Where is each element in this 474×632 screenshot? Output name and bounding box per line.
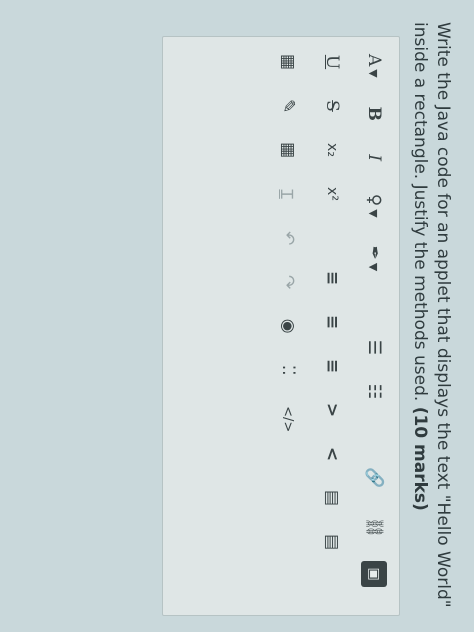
screen: Write the Java code for an applet that d… (0, 0, 474, 632)
strikethrough-button[interactable]: S (319, 93, 345, 119)
toolbar-row-3: ▦ ✎ ▦ Ɪ ↶ ↷ ◉ ⁚⁚ </> (273, 49, 303, 455)
unlink-icon: ⛓ (364, 516, 384, 539)
underline-icon: U (322, 54, 342, 70)
table-grid-icon: ▦ (278, 142, 298, 159)
strikethrough-icon: S (322, 100, 342, 112)
justify-button[interactable]: ▤ (319, 529, 345, 555)
font-style-icon: A (364, 54, 384, 67)
chevron-down-icon: ▼ (367, 209, 381, 218)
align-right-icon: ≡ (322, 358, 342, 374)
redo-button[interactable]: ↷ (275, 269, 301, 295)
link-icon: 🔗 (364, 467, 384, 489)
accessibility-icon: ◉ (278, 318, 298, 334)
subscript-button[interactable]: x₂ (319, 137, 345, 163)
justify-icon: ▤ (322, 534, 342, 551)
indent-icon: > (322, 402, 342, 418)
blockquote-button[interactable]: ▤ (319, 485, 345, 511)
underline-button[interactable]: U (319, 49, 345, 75)
text-color-icon: ♀ (364, 193, 384, 207)
italic-button[interactable]: I (361, 145, 387, 171)
indent-button[interactable]: > (319, 397, 345, 423)
undo-button[interactable]: ↶ (275, 225, 301, 251)
rich-text-editor[interactable]: A ▼ B I ♀ ▼ ✒ ▼ ☰ ☷ 🔗 ⛓ ▣ U S x₂ x² ≡ ≡ ≡ >… (162, 36, 400, 616)
clear-format-icon: Ɪ (276, 189, 297, 199)
undo-icon: ↶ (278, 231, 298, 246)
outdent-icon: < (322, 446, 342, 462)
table-grid-button[interactable]: ▦ (275, 137, 301, 163)
redo-icon: ↷ (278, 275, 298, 290)
image-button[interactable]: ▣ (361, 561, 387, 588)
source-code-icon: </> (280, 406, 296, 433)
align-right-button[interactable]: ≡ (319, 353, 345, 379)
unlink-button[interactable]: ⛓ (361, 512, 387, 544)
table-icon: ▦ (278, 54, 298, 71)
more-button[interactable]: ⁚⁚ (275, 357, 301, 383)
edit-icon: ✎ (278, 98, 298, 114)
accessibility-button[interactable]: ◉ (275, 313, 301, 339)
outdent-button[interactable]: < (319, 441, 345, 467)
image-icon: ▣ (366, 567, 382, 581)
numbered-list-icon: ☷ (364, 383, 384, 400)
link-button[interactable]: 🔗 (361, 462, 387, 493)
toolbar-row-1: A ▼ B I ♀ ▼ ✒ ▼ ☰ ☷ 🔗 ⛓ ▣ (359, 49, 389, 605)
highlight-icon: ✒ (364, 245, 384, 260)
chevron-down-icon: ▼ (367, 69, 381, 78)
blockquote-icon: ▤ (322, 490, 342, 507)
question-text: Write the Java code for an applet that d… (408, 22, 454, 622)
bold-button[interactable]: B (361, 101, 387, 127)
align-center-button[interactable]: ≡ (319, 309, 345, 335)
align-left-icon: ≡ (322, 270, 342, 286)
superscript-icon: x² (324, 187, 340, 201)
text-color-button[interactable]: ♀ ▼ (361, 189, 387, 223)
align-left-button[interactable]: ≡ (319, 265, 345, 291)
question-marks: (10 marks) (410, 406, 430, 511)
numbered-list-button[interactable]: ☷ (361, 378, 387, 404)
table-button[interactable]: ▦ (275, 49, 301, 75)
bulleted-list-icon: ☰ (364, 339, 384, 356)
chevron-down-icon: ▼ (367, 262, 381, 272)
italic-icon: I (364, 154, 384, 162)
bulleted-list-button[interactable]: ☰ (361, 334, 387, 360)
clear-format-button[interactable]: Ɪ (275, 181, 301, 207)
toolbar-row-2: U S x₂ x² ≡ ≡ ≡ > < ▤ ▤ (317, 49, 347, 573)
edit-button[interactable]: ✎ (275, 93, 301, 119)
more-icon: ⁚⁚ (278, 364, 298, 376)
highlight-button[interactable]: ✒ ▼ (361, 241, 387, 277)
font-style-button[interactable]: A ▼ (361, 49, 387, 83)
bold-icon: B (364, 106, 384, 121)
align-center-icon: ≡ (322, 314, 342, 330)
superscript-button[interactable]: x² (319, 181, 345, 207)
subscript-icon: x₂ (324, 143, 340, 157)
question-body: Write the Java code for an applet that d… (410, 22, 453, 608)
source-code-button[interactable]: </> (275, 401, 301, 437)
